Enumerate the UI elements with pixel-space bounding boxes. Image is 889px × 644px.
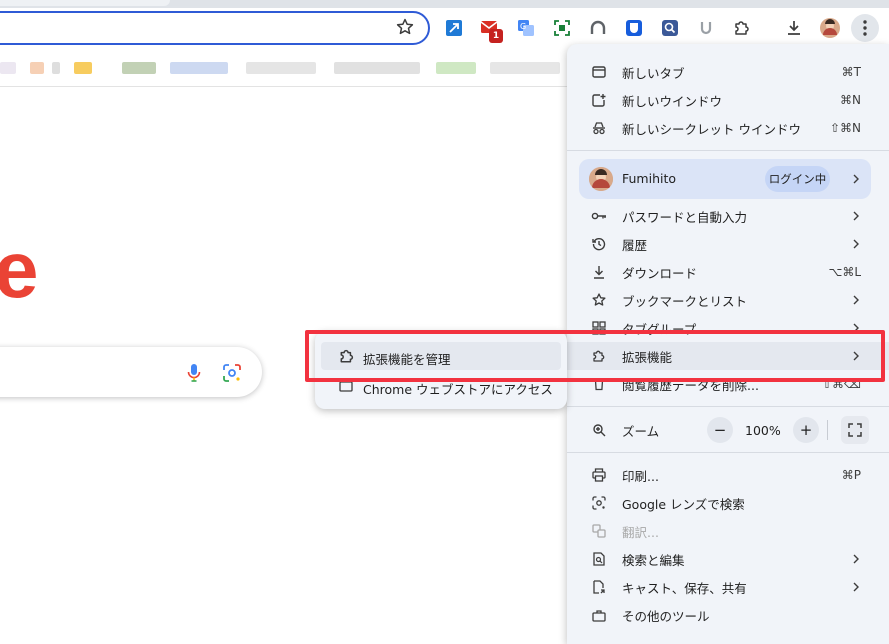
microphone-icon[interactable] — [186, 363, 202, 383]
menu-item-more-tools[interactable]: その他のツール — [567, 601, 889, 629]
chevron-right-icon — [853, 295, 859, 305]
menu-item-passwords[interactable]: パスワードと自動入力 — [567, 202, 889, 230]
star-icon — [591, 292, 607, 308]
menu-item-label: 新しいウインドウ — [622, 93, 723, 109]
translate-icon — [591, 523, 607, 539]
menu-item-label: 新しいタブ — [622, 65, 685, 81]
menu-separator — [567, 150, 889, 151]
zoom-icon — [591, 422, 607, 438]
translate-extension-icon[interactable]: G — [516, 18, 536, 38]
mail-badge: 1 — [489, 29, 503, 43]
fullscreen-button[interactable] — [841, 416, 869, 444]
menu-item-new-window[interactable]: 新しいウインドウ ⌘N — [567, 86, 889, 114]
zoom-in-button[interactable]: + — [793, 417, 819, 443]
search-extension-icon[interactable] — [660, 18, 680, 38]
menu-item-bookmarks[interactable]: ブックマークとリスト — [567, 286, 889, 314]
bookmark-item[interactable] — [436, 62, 476, 74]
menu-item-label: 新しいシークレット ウインドウ — [622, 121, 801, 137]
chevron-right-icon — [853, 174, 859, 184]
profile-avatar-icon[interactable] — [820, 18, 840, 38]
profile-name: Fumihito — [622, 171, 677, 186]
menu-item-label: 翻訳... — [622, 524, 659, 540]
address-bar[interactable] — [0, 11, 430, 45]
menu-item-label: 印刷... — [622, 468, 659, 484]
download-icon[interactable] — [784, 18, 804, 38]
menu-item-label: 検索と編集 — [622, 552, 685, 568]
menu-item-translate: 翻訳... — [567, 517, 889, 545]
zoom-label: ズーム — [622, 423, 660, 439]
bookmark-item[interactable] — [490, 62, 560, 74]
menu-item-label: 履歴 — [622, 237, 648, 253]
new-window-icon — [591, 92, 607, 108]
menu-item-new-tab[interactable]: 新しいタブ ⌘T — [567, 58, 889, 86]
bookmark-star-icon[interactable] — [395, 17, 415, 37]
bookmark-item[interactable] — [334, 62, 420, 74]
cast-icon — [591, 579, 607, 595]
menu-item-shortcut: ⌘P — [841, 468, 861, 482]
print-icon — [591, 467, 607, 483]
chevron-right-icon — [853, 239, 859, 249]
edit-extension-icon[interactable] — [444, 18, 464, 38]
zoom-out-button[interactable]: − — [707, 417, 733, 443]
google-logo-fragment: e — [0, 225, 39, 314]
menu-item-shortcut: ⌘N — [840, 93, 861, 107]
chevron-right-icon — [853, 211, 859, 221]
screenshot-extension-icon[interactable] — [552, 18, 572, 38]
fullscreen-icon — [848, 423, 862, 437]
bookmark-item[interactable] — [122, 62, 156, 74]
menu-item-cast-save-share[interactable]: キャスト、保存、共有 — [567, 573, 889, 601]
menu-item-print[interactable]: 印刷... ⌘P — [567, 461, 889, 489]
new-tab-icon — [591, 64, 607, 80]
bookmark-item[interactable] — [30, 62, 44, 74]
menu-item-new-incognito[interactable]: 新しいシークレット ウインドウ ⇧⌘N — [567, 114, 889, 142]
menu-item-label: ブックマークとリスト — [622, 293, 748, 309]
bookmark-item[interactable] — [52, 62, 60, 74]
chevron-right-icon — [853, 582, 859, 592]
menu-item-label: その他のツール — [622, 608, 710, 624]
incognito-icon — [591, 120, 607, 136]
bookmark-item[interactable] — [0, 62, 16, 74]
key-icon — [591, 208, 607, 224]
profile-row[interactable]: Fumihito ログイン中 — [579, 159, 871, 199]
menu-kebab-icon[interactable] — [851, 14, 879, 42]
find-icon — [591, 551, 607, 567]
menu-item-find-and-edit[interactable]: 検索と編集 — [567, 545, 889, 573]
menu-separator — [567, 452, 889, 453]
menu-item-google-lens[interactable]: Google レンズで検索 — [567, 489, 889, 517]
download-icon — [591, 264, 607, 280]
svg-text:G: G — [520, 22, 526, 31]
bookmark-item[interactable] — [246, 62, 316, 74]
extensions-puzzle-icon[interactable] — [732, 18, 752, 38]
menu-item-shortcut: ⌘T — [841, 65, 861, 79]
zoom-divider — [827, 420, 828, 440]
active-tab[interactable] — [0, 0, 170, 6]
menu-item-label: ダウンロード — [622, 265, 698, 281]
bookmark-item[interactable] — [170, 62, 228, 74]
menu-item-shortcut: ⇧⌘N — [829, 121, 861, 135]
google-lens-icon[interactable] — [222, 364, 242, 382]
u-extension-icon[interactable] — [696, 18, 716, 38]
avatar — [589, 167, 613, 191]
menu-item-history[interactable]: 履歴 — [567, 230, 889, 258]
chevron-right-icon — [853, 554, 859, 564]
annotation-highlight-box — [305, 330, 885, 382]
lens-icon — [591, 495, 607, 511]
signed-in-badge: ログイン中 — [765, 166, 830, 192]
tools-icon — [591, 607, 607, 623]
menu-separator — [567, 406, 889, 407]
menu-item-shortcut: ⌥⌘L — [828, 265, 861, 279]
menu-item-label: キャスト、保存、共有 — [622, 580, 747, 596]
bitwarden-extension-icon[interactable] — [624, 18, 644, 38]
menu-item-label: パスワードと自動入力 — [622, 209, 748, 225]
menu-item-label: Google レンズで検索 — [622, 496, 745, 512]
menu-item-downloads[interactable]: ダウンロード ⌥⌘L — [567, 258, 889, 286]
history-icon — [591, 236, 607, 252]
zoom-level: 100% — [745, 423, 781, 438]
bookmark-item[interactable] — [74, 62, 92, 74]
arc-extension-icon[interactable] — [588, 18, 608, 38]
